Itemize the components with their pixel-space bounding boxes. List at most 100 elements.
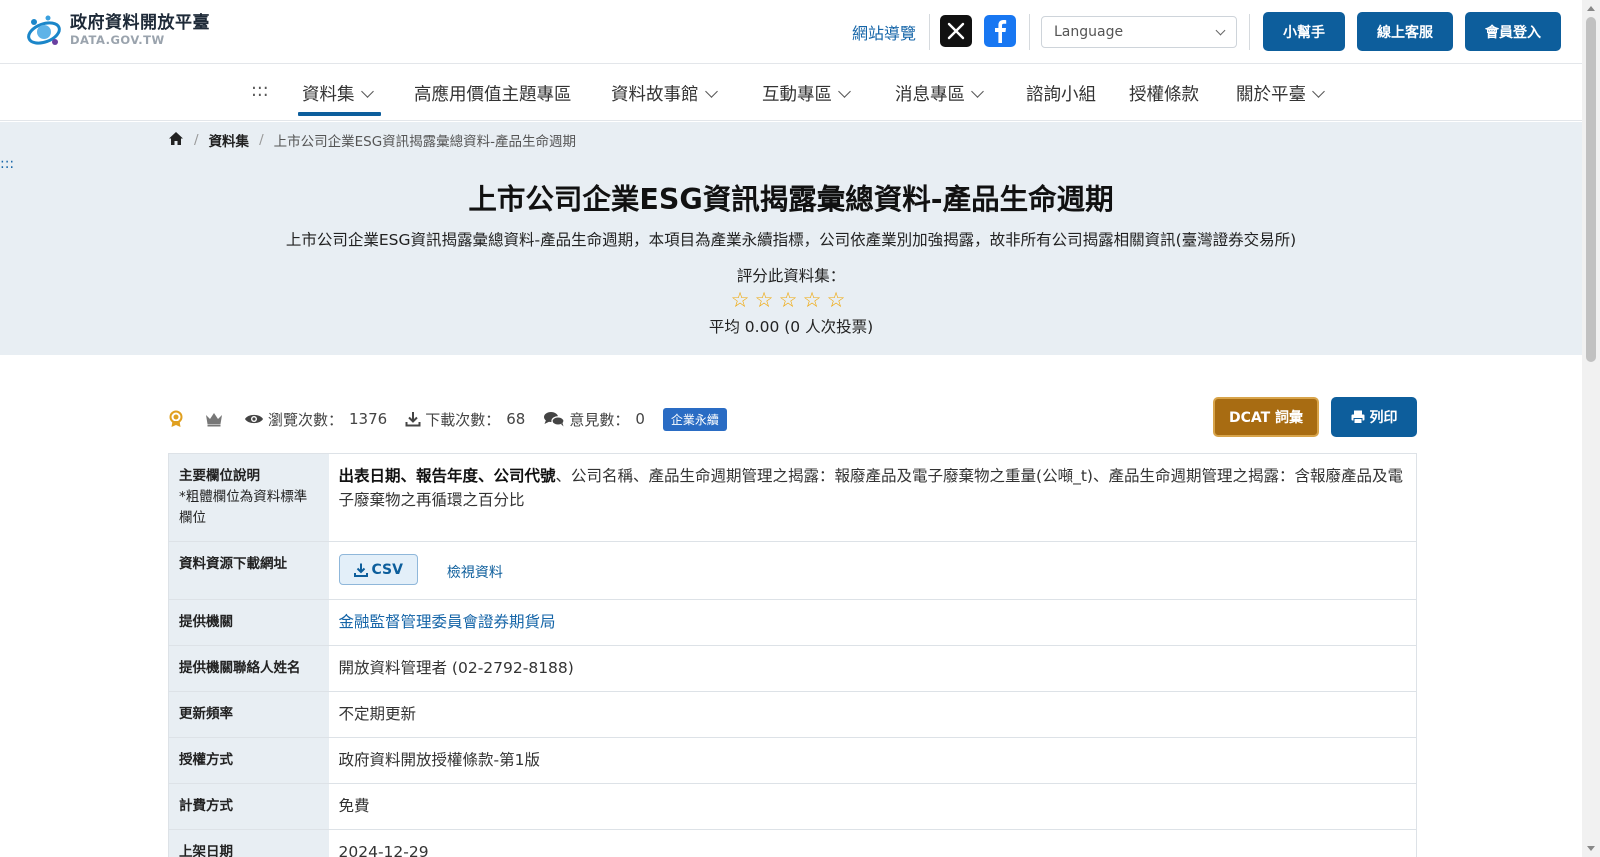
downloads-stat: 下載次數： 68 (405, 409, 525, 430)
nav-active-indicator (298, 112, 381, 116)
downloads-count: 68 (506, 410, 526, 428)
site-logo[interactable]: 政府資料開放平臺 DATA.GOV.TW (24, 12, 210, 50)
site-header: 政府資料開放平臺 DATA.GOV.TW 網站導覽 Language 小幫手 線… (0, 0, 1582, 64)
star-icon[interactable]: ☆ (728, 288, 752, 312)
nav-accesskey[interactable]: ::: (251, 81, 269, 101)
csv-download-button[interactable]: CSV (338, 554, 418, 585)
nav-item-high-value[interactable]: 高應用價值主題專區 (414, 81, 572, 106)
scroll-thumb[interactable] (1586, 17, 1596, 362)
star-icon[interactable]: ☆ (752, 288, 776, 312)
row-header: 主要欄位說明 *粗體欄位為資料標準欄位 (168, 453, 329, 542)
nav-item-news[interactable]: 消息專區 (895, 81, 984, 106)
dataset-info-table: 主要欄位說明 *粗體欄位為資料標準欄位 出表日期、報告年度、公司代號、公司名稱、… (168, 453, 1417, 857)
nav-item-dataset[interactable]: 資料集 (302, 81, 374, 106)
table-row: 授權方式 政府資料開放授權條款-第1版 (168, 737, 1417, 784)
chevron-down-icon (971, 84, 984, 98)
language-select[interactable]: Language (1041, 16, 1237, 48)
logo-title: 政府資料開放平臺 (70, 13, 210, 34)
header-divider (929, 14, 930, 50)
nav-item-label: 授權條款 (1129, 85, 1199, 105)
standard-fields: 出表日期、報告年度、公司代號 (338, 467, 556, 485)
printer-icon (1351, 410, 1364, 424)
nav-item-stories[interactable]: 資料故事館 (611, 81, 718, 106)
rating-average: 平均 0.00 (0 人次投票) (708, 318, 874, 336)
eye-icon (245, 414, 263, 424)
x-twitter-icon[interactable] (940, 15, 972, 47)
nav-item-about[interactable]: 關於平臺 (1236, 81, 1325, 106)
breadcrumb-separator: / (194, 132, 199, 148)
breadcrumb-dataset[interactable]: 資料集 (209, 130, 250, 150)
crown-icon (204, 411, 228, 427)
nav-item-label: 互動專區 (762, 85, 832, 105)
star-icon[interactable]: ☆ (776, 288, 800, 312)
helper-button[interactable]: 小幫手 (1263, 12, 1345, 51)
fee-value: 免費 (328, 783, 1417, 830)
category-tag[interactable]: 企業永續 (662, 407, 727, 431)
nav-item-label: 消息專區 (895, 85, 965, 105)
login-button[interactable]: 會員登入 (1465, 12, 1561, 51)
sitemap-link[interactable]: 網站導覽 (852, 20, 916, 44)
provider-link[interactable]: 金融監督管理委員會證券期貨局 (339, 613, 556, 631)
nav-item-label: 關於平臺 (1236, 85, 1306, 105)
resource-label: 資料資源下載網址 (168, 541, 329, 600)
nav-item-advisory[interactable]: 諮詢小組 (1026, 81, 1096, 106)
dataset-stats: 瀏覽次數： 1376 下載次數： 68 意見數： 0 企業永續 (168, 405, 727, 433)
chevron-down-icon (1312, 84, 1325, 98)
nav-item-interactive[interactable]: 互動專區 (762, 81, 851, 106)
downloads-label: 下載次數： (425, 410, 501, 429)
header-divider (1249, 14, 1250, 50)
rating-label: 評分此資料集： (736, 267, 846, 285)
views-label: 瀏覽次數： (268, 410, 344, 429)
breadcrumb: / 資料集 / 上市公司企業ESG資訊揭露彙總資料-產品生命週期 (168, 130, 576, 150)
scroll-down-icon[interactable] (1587, 846, 1595, 851)
provider-label: 提供機關 (168, 599, 329, 646)
download-icon (405, 412, 421, 427)
logo-subtitle: DATA.GOV.TW (70, 33, 165, 48)
nav-item-label: 資料故事館 (611, 85, 699, 105)
table-row: 提供機關 金融監督管理委員會證券期貨局 (168, 599, 1417, 646)
home-icon[interactable] (168, 131, 184, 150)
comments-stat: 意見數： 0 (543, 409, 645, 430)
dataset-hero: / 資料集 / 上市公司企業ESG資訊揭露彙總資料-產品生命週期 ::: 上市公… (0, 122, 1582, 355)
page-scrollbar[interactable] (1582, 0, 1600, 857)
fields-label: 主要欄位說明 (179, 468, 260, 484)
chevron-down-icon (360, 84, 374, 98)
main-nav: ::: 資料集 高應用價值主題專區 資料故事館 互動專區 消息專區 諮詢小組 授… (0, 65, 1582, 121)
date-value: 2024-12-29 (328, 829, 1417, 857)
breadcrumb-separator: / (259, 132, 264, 148)
nav-item-label: 諮詢小組 (1026, 85, 1096, 105)
table-row: 資料資源下載網址 CSV 檢視資料 (168, 541, 1417, 600)
nav-item-label: 資料集 (302, 85, 355, 105)
table-row: 上架日期 2024-12-29 (168, 829, 1417, 857)
scroll-up-icon[interactable] (1587, 6, 1595, 11)
dcat-button[interactable]: DCAT 詞彙 (1213, 397, 1319, 437)
language-select-value: Language (1054, 24, 1124, 40)
star-icon[interactable]: ☆ (800, 288, 824, 312)
nav-item-license[interactable]: 授權條款 (1129, 81, 1199, 106)
chevron-down-icon (1215, 25, 1226, 35)
star-icon[interactable]: ☆ (824, 288, 848, 312)
fields-note: *粗體欄位為資料標準欄位 (179, 489, 308, 526)
logo-globe-icon (24, 12, 64, 50)
fields-value: 出表日期、報告年度、公司代號、公司名稱、產品生命週期管理之揭露：報廢產品及電子廢… (328, 453, 1417, 542)
table-row: 提供機關聯絡人姓名 開放資料管理者 (02-2792-8188) (168, 645, 1417, 692)
page-title: 上市公司企業ESG資訊揭露彙總資料-產品生命週期 (468, 183, 1114, 216)
view-data-link[interactable]: 檢視資料 (447, 565, 503, 581)
license-value: 政府資料開放授權條款-第1版 (328, 737, 1417, 784)
content-accesskey[interactable]: ::: (0, 156, 14, 172)
fee-label: 計費方式 (168, 783, 329, 830)
dataset-description: 上市公司企業ESG資訊揭露彙總資料-產品生命週期，本項目為產業永續指標，公司依產… (285, 231, 1297, 249)
contact-value: 開放資料管理者 (02-2792-8188) (328, 645, 1417, 692)
online-service-button[interactable]: 線上客服 (1357, 12, 1453, 51)
print-button[interactable]: 列印 (1331, 397, 1417, 437)
award-icon (168, 410, 188, 428)
breadcrumb-current: 上市公司企業ESG資訊揭露彙總資料-產品生命週期 (273, 134, 577, 150)
views-stat: 瀏覽次數： 1376 (244, 409, 387, 430)
table-row: 更新頻率 不定期更新 (168, 691, 1417, 738)
table-row: 計費方式 免費 (168, 783, 1417, 830)
table-row: 主要欄位說明 *粗體欄位為資料標準欄位 出表日期、報告年度、公司代號、公司名稱、… (168, 453, 1417, 542)
resource-value: CSV 檢視資料 (328, 541, 1417, 600)
date-label: 上架日期 (168, 829, 329, 857)
facebook-icon[interactable] (984, 15, 1016, 47)
comments-icon (544, 412, 565, 427)
